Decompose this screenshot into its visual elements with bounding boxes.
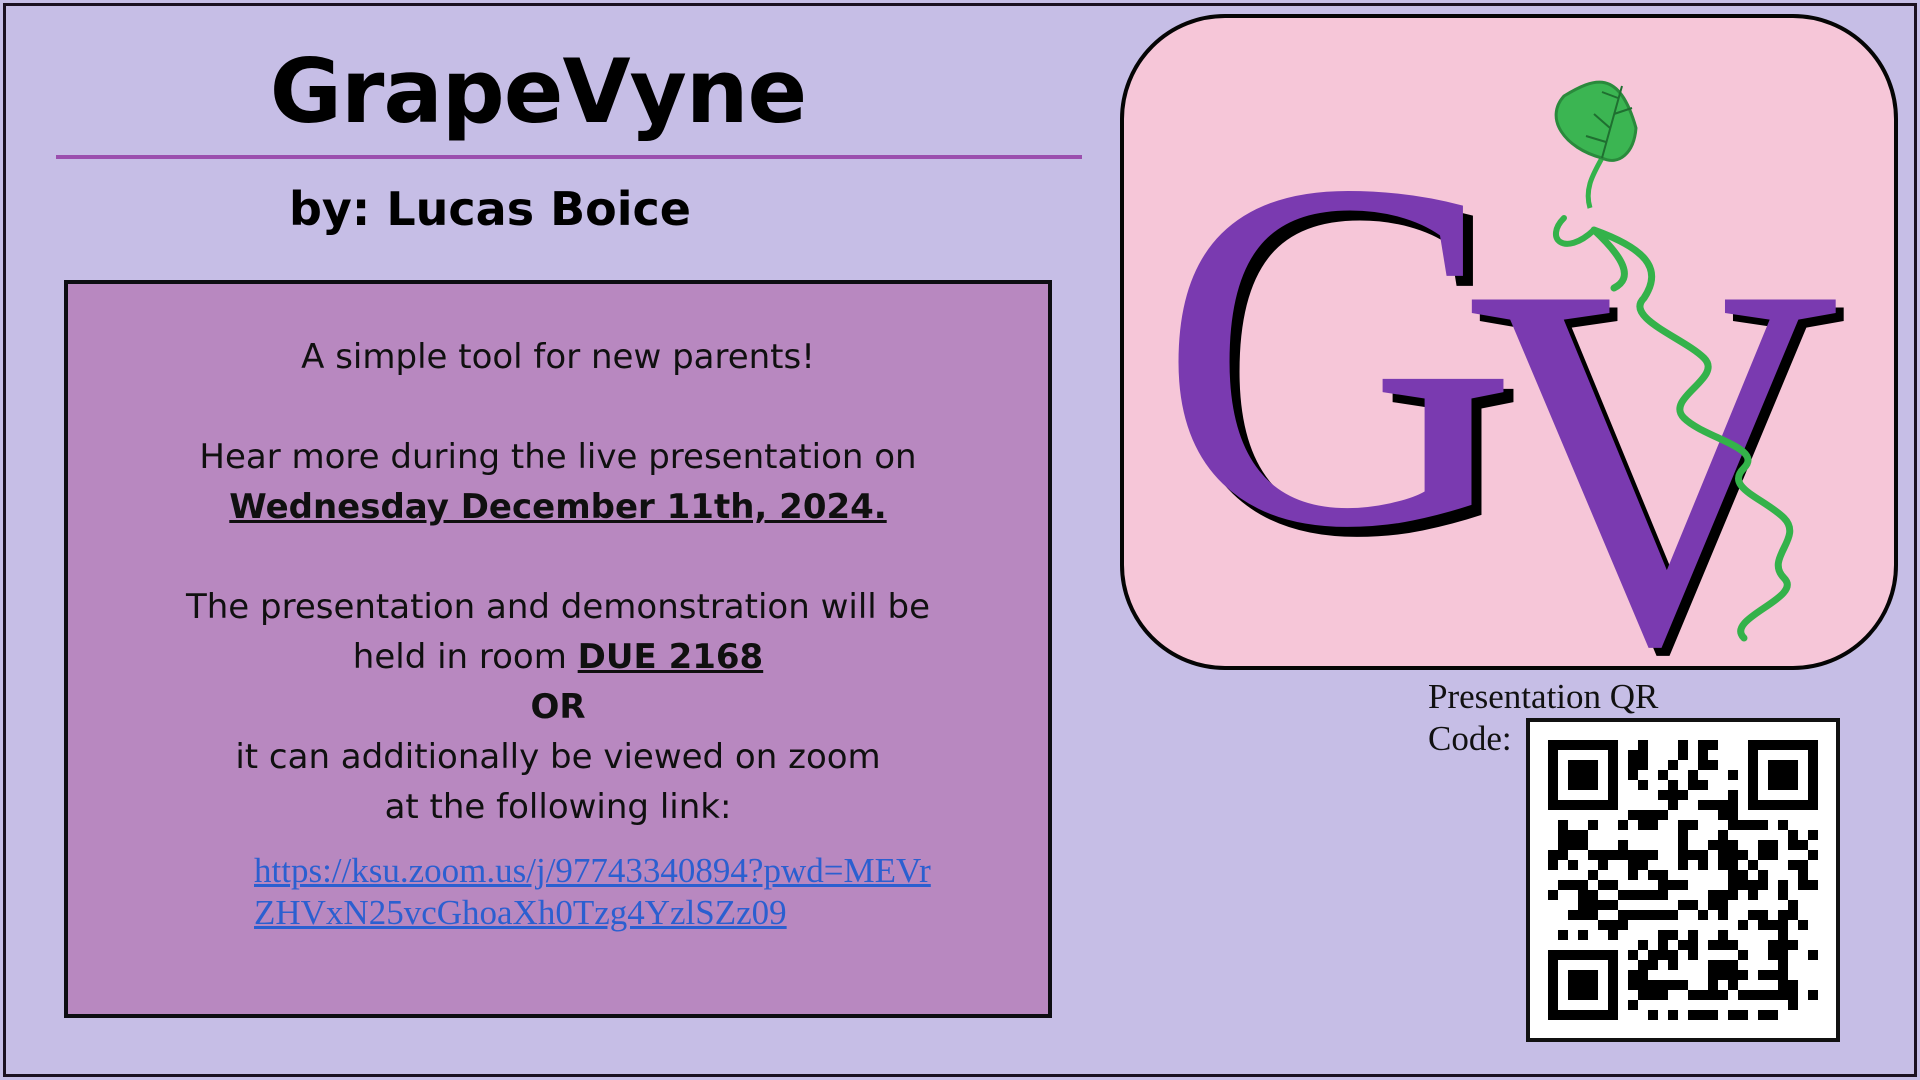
presentation-line-2: held in room DUE 2168 [68, 632, 1048, 682]
presentation-date: Wednesday December 11th, 2024. [229, 487, 887, 527]
logo-graphic: G G V V [1158, 77, 1850, 670]
or-separator: OR [530, 687, 586, 727]
qr-code[interactable] [1526, 718, 1840, 1042]
author-byline: by: Lucas Boice [289, 182, 691, 236]
logo-letter-g: G [1158, 77, 1519, 631]
qr-pattern [1548, 740, 1818, 1020]
info-panel: A simple tool for new parents! Hear more… [64, 280, 1052, 1018]
grapevyne-logo: G G V V [1120, 14, 1898, 670]
zoom-line-1: it can additionally be viewed on zoom [235, 737, 881, 777]
title-divider [56, 155, 1082, 159]
room-prefix: held in room [352, 637, 567, 677]
poster-title: GrapeVyne [269, 40, 808, 143]
presentation-line-1: The presentation and demonstration will … [185, 587, 931, 627]
room-number: DUE 2168 [577, 637, 764, 677]
logo-letter-v: V [1466, 178, 1842, 670]
info-text-block: A simple tool for new parents! Hear more… [68, 332, 1048, 832]
zoom-link[interactable]: https://ksu.zoom.us/j/97743340894?pwd=ME… [254, 850, 934, 934]
tagline: A simple tool for new parents! [301, 337, 815, 377]
zoom-line-2: at the following link: [384, 787, 732, 827]
hear-more-text: Hear more during the live presentation o… [199, 437, 917, 477]
